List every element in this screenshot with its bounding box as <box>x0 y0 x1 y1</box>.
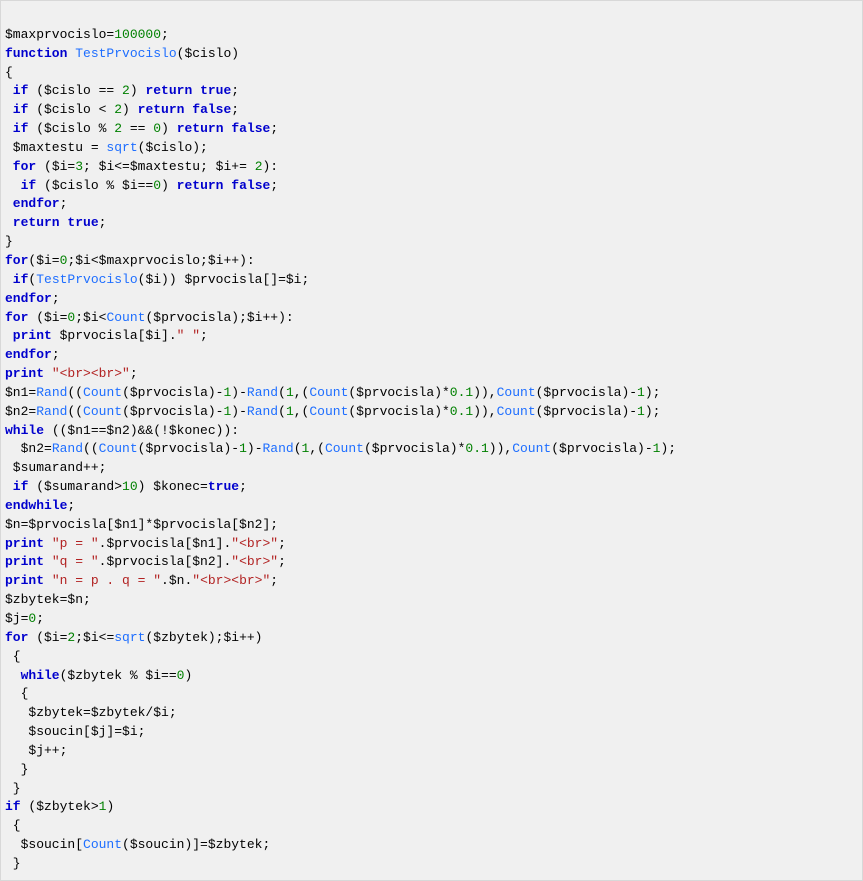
line-25: if ($sumarand>10) $konec=true; <box>5 479 247 494</box>
line-05: if ($cislo < 2) return false; <box>5 102 239 117</box>
line-33: for ($i=2;$i<=sqrt($zbytek);$i++) <box>5 630 263 645</box>
line-32: $j=0; <box>5 611 44 626</box>
line-19: print "<br><br>"; <box>5 366 138 381</box>
line-08: for ($i=3; $i<=$maxtestu; $i+= 2): <box>5 159 278 174</box>
line-31: $zbytek=$n; <box>5 592 91 607</box>
code-block: $maxprvocislo=100000; function TestPrvoc… <box>0 0 863 881</box>
line-26: endwhile; <box>5 498 75 513</box>
line-18: endfor; <box>5 347 60 362</box>
line-21: $n2=Rand((Count($prvocisla)-1)-Rand(1,(C… <box>5 404 660 419</box>
line-15: endfor; <box>5 291 60 306</box>
line-12: } <box>5 234 13 249</box>
line-28: print "p = ".$prvocisla[$n1]."<br>"; <box>5 536 286 551</box>
line-34: { <box>5 649 21 664</box>
line-44: $soucin[Count($soucin)]=$zbytek; <box>5 837 270 852</box>
line-22: while (($n1==$n2)&&(!$konec)): <box>5 423 239 438</box>
line-40: } <box>5 762 28 777</box>
line-13: for($i=0;$i<$maxprvocislo;$i++): <box>5 253 255 268</box>
line-42: if ($zbytek>1) <box>5 799 114 814</box>
line-23: $n2=Rand((Count($prvocisla)-1)-Rand(1,(C… <box>5 441 676 456</box>
line-27: $n=$prvocisla[$n1]*$prvocisla[$n2]; <box>5 517 278 532</box>
line-17: print $prvocisla[$i]." "; <box>5 328 208 343</box>
line-29: print "q = ".$prvocisla[$n2]."<br>"; <box>5 554 286 569</box>
line-11: return true; <box>5 215 106 230</box>
line-41: } <box>5 781 21 796</box>
line-16: for ($i=0;$i<Count($prvocisla);$i++): <box>5 310 294 325</box>
line-14: if(TestPrvocislo($i)) $prvocisla[]=$i; <box>5 272 309 287</box>
line-02: function TestPrvocislo($cislo) <box>5 46 239 61</box>
line-30: print "n = p . q = ".$n."<br><br>"; <box>5 573 278 588</box>
line-04: if ($cislo == 2) return true; <box>5 83 239 98</box>
line-03: { <box>5 65 13 80</box>
line-07: $maxtestu = sqrt($cislo); <box>5 140 208 155</box>
line-20: $n1=Rand((Count($prvocisla)-1)-Rand(1,(C… <box>5 385 660 400</box>
line-43: { <box>5 818 21 833</box>
line-45: } <box>5 856 21 871</box>
line-37: $zbytek=$zbytek/$i; <box>5 705 177 720</box>
line-09: if ($cislo % $i==0) return false; <box>5 178 278 193</box>
line-24: $sumarand++; <box>5 460 106 475</box>
line-36: { <box>5 686 28 701</box>
line-38: $soucin[$j]=$i; <box>5 724 145 739</box>
line-10: endfor; <box>5 196 67 211</box>
line-39: $j++; <box>5 743 67 758</box>
line-01: $maxprvocislo=100000; <box>5 27 169 42</box>
line-06: if ($cislo % 2 == 0) return false; <box>5 121 278 136</box>
line-35: while($zbytek % $i==0) <box>5 668 192 683</box>
